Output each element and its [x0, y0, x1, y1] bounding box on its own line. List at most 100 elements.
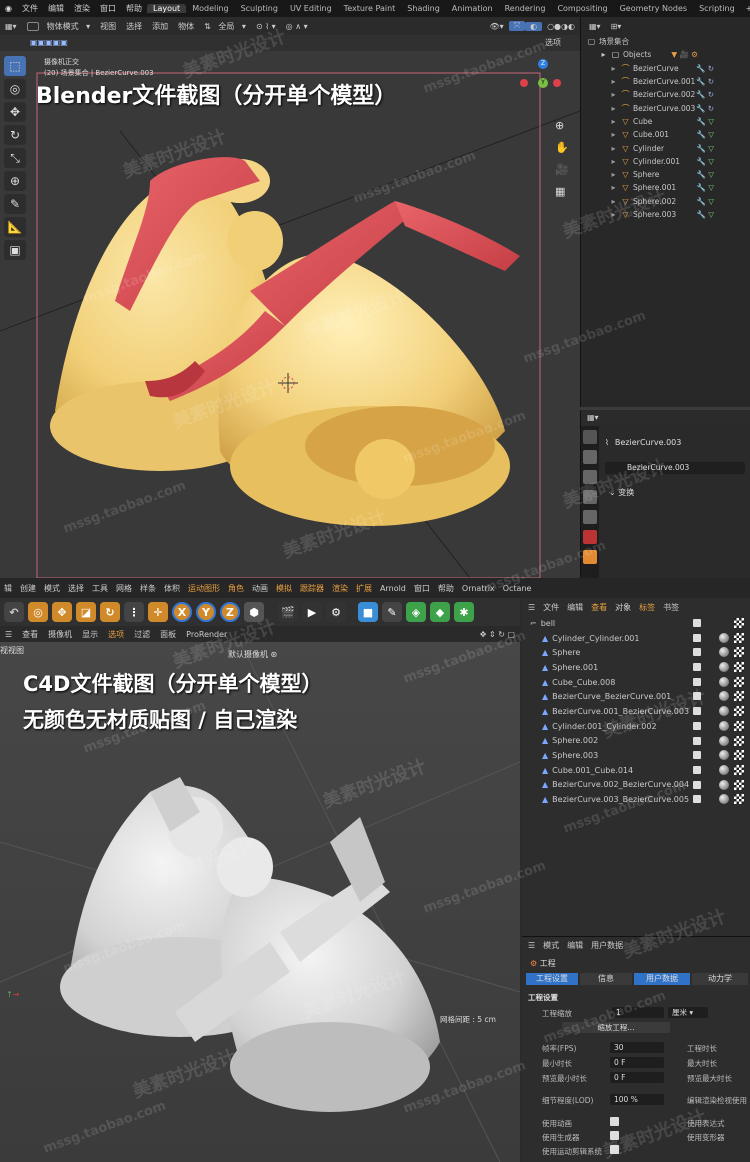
attr-menu-mode[interactable]: 模式	[543, 940, 559, 951]
tool-tab-icon[interactable]	[583, 430, 597, 444]
c4d-menu-item[interactable]: 工具	[88, 583, 112, 594]
outliner-type-icon[interactable]: ▦▾	[589, 22, 601, 31]
phong-tag-icon[interactable]	[719, 720, 729, 731]
object-manager-icon[interactable]: ☰	[528, 603, 535, 612]
material-tag-icon[interactable]	[734, 750, 744, 761]
material-tag-icon[interactable]	[734, 764, 744, 775]
menu-file[interactable]: 文件	[17, 3, 43, 14]
tab-uv-editing[interactable]: UV Editing	[284, 4, 338, 13]
rotate-icon[interactable]: ↻	[4, 125, 26, 145]
tab-animation[interactable]: Animation	[446, 4, 499, 13]
tab-texture-paint[interactable]: Texture Paint	[338, 4, 402, 13]
c4d-object-row[interactable]: ▲ BezierCurve.002_BezierCurve.004	[522, 778, 750, 793]
vp-menu-camera[interactable]: 摄像机	[43, 629, 77, 640]
expand-arrow-icon[interactable]: ▸	[609, 117, 618, 126]
fps-input[interactable]: 30	[610, 1042, 664, 1053]
tab-project-settings[interactable]: 工程设置	[526, 973, 578, 985]
c4d-object-row[interactable]: ▲ Cube_Cube.008	[522, 675, 750, 690]
render-tab-icon[interactable]	[583, 450, 597, 464]
material-tag-icon[interactable]	[734, 720, 744, 731]
visibility-toggle[interactable]	[693, 707, 701, 716]
proportional-edit-icon[interactable]: ◎ ∧ ▾	[281, 22, 313, 31]
modifier-data-icon[interactable]: 🔧 ↻	[696, 64, 714, 73]
overlay-icon[interactable]: ◐	[525, 21, 543, 31]
viewport-nav-icons[interactable]: ✥ ⇕ ↻ ▢	[475, 630, 520, 639]
c4d-object-row[interactable]: ▲ Cylinder_Cylinder.001	[522, 631, 750, 646]
c4d-menu-item[interactable]: 角色	[224, 583, 248, 594]
tab-rendering[interactable]: Rendering	[499, 4, 552, 13]
use-mograph-checkbox[interactable]	[610, 1145, 619, 1154]
phong-tag-icon[interactable]	[719, 706, 729, 717]
tab-compositing[interactable]: Compositing	[551, 4, 613, 13]
scene-tab-icon[interactable]	[583, 510, 597, 524]
outliner-scene-collection[interactable]: ▢ 场景集合	[587, 35, 750, 48]
min-time-input[interactable]: 0 F	[610, 1057, 664, 1068]
c4d-object-row[interactable]: ▲ BezierCurve.001_BezierCurve.003	[522, 704, 750, 719]
visibility-icon[interactable]: 👁▾	[485, 22, 509, 31]
c4d-menu-item[interactable]: 选择	[64, 583, 88, 594]
tab-geometry-nodes[interactable]: Geometry Nodes	[614, 4, 693, 13]
select-box-icon[interactable]: ⬚	[4, 56, 26, 76]
select-tool-icon[interactable]: ◎	[28, 602, 48, 622]
coordinate-system-icon[interactable]: ⬢	[244, 602, 264, 622]
menu-render[interactable]: 渲染	[69, 3, 95, 14]
cube-icon[interactable]: ■	[358, 602, 378, 622]
expand-arrow-icon[interactable]: ▸	[609, 197, 618, 206]
vp-menu-options[interactable]: 选项	[103, 629, 129, 640]
properties-object-name[interactable]: ⌇ BezierCurve.003	[605, 438, 681, 447]
pan-hand-icon[interactable]: ✋	[555, 137, 569, 159]
expand-arrow-icon[interactable]: ▸	[609, 144, 618, 153]
collection-flags-icon[interactable]: ▼ 🎥 ⚙	[671, 50, 698, 59]
move-icon[interactable]: ✥	[4, 102, 26, 122]
rotate-tool-icon[interactable]: ↻	[100, 602, 120, 622]
gizmo-y-axis[interactable]: Y	[538, 78, 548, 88]
view-layer-tab-icon[interactable]	[583, 490, 597, 504]
select-mode-icons[interactable]: ▣▣▣▣▣	[30, 38, 68, 47]
c4d-object-row[interactable]: ▲ BezierCurve.003_BezierCurve.005	[522, 792, 750, 807]
editor-type-icon[interactable]: ▦▾	[0, 22, 22, 31]
blender-logo-icon[interactable]: ◉	[0, 4, 17, 13]
expand-arrow-icon[interactable]: ▸	[609, 170, 618, 179]
object-manager-menu-item[interactable]: 查看	[591, 602, 607, 613]
visibility-toggle[interactable]	[693, 648, 701, 657]
object-manager-menu-item[interactable]: 编辑	[567, 602, 583, 613]
add-tool-icon[interactable]: ✛	[148, 602, 168, 622]
display-mode-icon[interactable]: ⊞▾	[611, 22, 622, 31]
outliner-item[interactable]: ▸ ▽ Sphere.003 🔧 ▽	[587, 208, 750, 221]
material-tag-icon[interactable]	[734, 691, 744, 702]
expand-arrow-icon[interactable]: ▸	[609, 183, 618, 192]
material-tag-icon[interactable]	[734, 676, 744, 687]
z-axis-lock[interactable]: Z	[220, 602, 240, 622]
y-axis-lock[interactable]: Y	[196, 602, 216, 622]
c4d-menu-item[interactable]: 模拟	[272, 583, 296, 594]
gizmo-x-neg-axis[interactable]	[553, 79, 561, 87]
transform-icon[interactable]: ⊕	[4, 171, 26, 191]
material-tag-icon[interactable]	[734, 632, 744, 643]
scale-input[interactable]: 1	[612, 1007, 664, 1018]
material-tag-icon[interactable]	[734, 779, 744, 790]
tab-info[interactable]: 信息	[580, 973, 632, 985]
tab-dynamics[interactable]: 动力学	[692, 973, 748, 985]
material-tag-icon[interactable]	[734, 794, 744, 805]
outliner-item[interactable]: ▸ ⌒ BezierCurve 🔧 ↻	[587, 62, 750, 75]
move-tool-icon[interactable]: ✥	[52, 602, 72, 622]
vp-menu-prorender[interactable]: ProRender	[181, 630, 232, 639]
modifier-data-icon[interactable]: 🔧 ↻	[696, 90, 714, 99]
outliner-item[interactable]: ▸ ▽ Cylinder.001 🔧 ▽	[587, 155, 750, 168]
outliner-item[interactable]: ▸ ▽ Cube 🔧 ▽	[587, 115, 750, 128]
phong-tag-icon[interactable]	[719, 662, 729, 673]
phong-tag-icon[interactable]	[719, 779, 729, 790]
subdivision-icon[interactable]: ◈	[406, 602, 426, 622]
outliner-item[interactable]: ▸ ▽ Cube.001 🔧 ▽	[587, 128, 750, 141]
visibility-toggle[interactable]	[693, 692, 701, 701]
c4d-menu-item[interactable]: 体积	[160, 583, 184, 594]
snap-icon[interactable]: ⊙ ⌇ ▾	[251, 22, 281, 31]
visibility-toggle[interactable]	[693, 663, 701, 672]
recent-tools-icon[interactable]: ⋮	[124, 602, 144, 622]
phong-tag-icon[interactable]	[719, 735, 729, 746]
c4d-menu-item[interactable]: 帮助	[434, 583, 458, 594]
render-view-icon[interactable]: 🎬	[278, 602, 298, 622]
measure-icon[interactable]: 📐	[4, 217, 26, 237]
tab-shading[interactable]: Shading	[401, 4, 446, 13]
visibility-toggle[interactable]	[693, 677, 701, 686]
